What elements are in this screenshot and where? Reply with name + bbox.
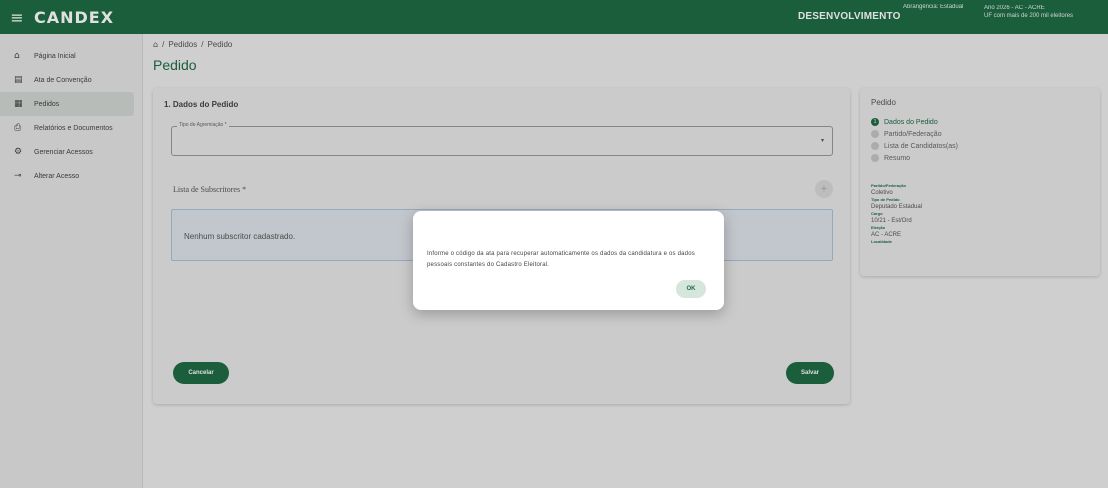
dialog-message: Informe o código da ata para recuperar a…: [427, 251, 695, 268]
ok-button[interactable]: OK: [676, 280, 706, 298]
info-dialog: Informe o código da ata para recuperar a…: [413, 211, 724, 310]
